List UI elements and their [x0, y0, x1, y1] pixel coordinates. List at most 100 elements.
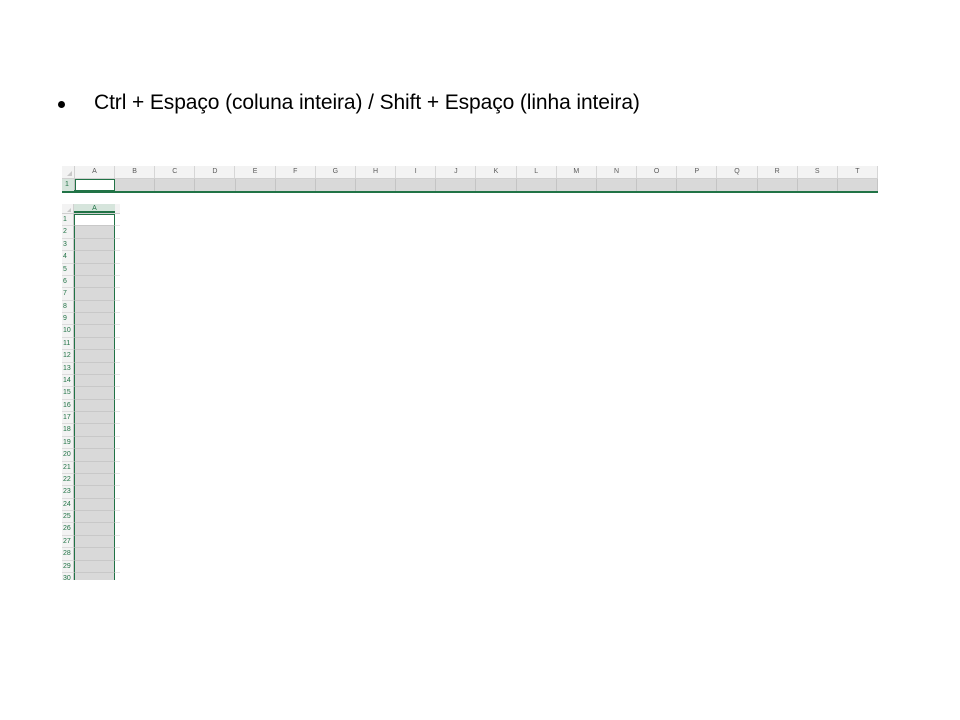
grid-cell-b[interactable] — [115, 548, 120, 561]
grid-cell[interactable] — [74, 387, 115, 400]
grid-cell[interactable] — [74, 560, 115, 573]
grid-cell[interactable] — [74, 350, 115, 363]
grid-cell-b[interactable] — [115, 449, 120, 462]
grid-cell[interactable] — [195, 179, 236, 191]
grid-cell-b[interactable] — [115, 511, 120, 524]
grid-cell[interactable] — [74, 436, 115, 450]
grid-cell[interactable] — [74, 548, 115, 561]
grid-cell[interactable] — [74, 275, 115, 289]
grid-cell[interactable] — [717, 179, 758, 191]
row-header-2[interactable]: 2 — [62, 226, 74, 239]
active-cell[interactable] — [74, 214, 115, 227]
grid-cell-b[interactable] — [115, 473, 120, 487]
grid-cell-b[interactable] — [115, 560, 120, 573]
column-header-e[interactable]: E — [235, 166, 276, 178]
row-header-24[interactable]: 24 — [62, 498, 74, 511]
grid-cell-b[interactable] — [115, 350, 120, 363]
grid-cell[interactable] — [74, 473, 115, 487]
grid-cell[interactable] — [74, 300, 115, 313]
column-header-n[interactable]: N — [597, 166, 638, 178]
grid-cell[interactable] — [74, 362, 115, 375]
grid-cell[interactable] — [837, 179, 879, 191]
row-header-4[interactable]: 4 — [62, 251, 74, 264]
row-header-19[interactable]: 19 — [62, 436, 74, 450]
grid-cell[interactable] — [74, 251, 115, 264]
grid-cell[interactable] — [396, 179, 437, 191]
grid-cell[interactable] — [596, 179, 638, 191]
grid-cell-b[interactable] — [115, 214, 120, 227]
grid-cell[interactable] — [516, 179, 557, 191]
column-header-b-partial[interactable] — [115, 204, 120, 213]
row-header-14[interactable]: 14 — [62, 374, 74, 388]
row-header-26[interactable]: 26 — [62, 523, 74, 536]
grid-cell-b[interactable] — [115, 313, 120, 326]
grid-cell[interactable] — [74, 238, 115, 252]
grid-cell[interactable] — [74, 535, 115, 549]
grid-cell[interactable] — [275, 179, 316, 191]
row-header-10[interactable]: 10 — [62, 325, 74, 338]
column-header-f[interactable]: F — [276, 166, 316, 178]
active-cell[interactable] — [73, 179, 116, 193]
grid-cell-b[interactable] — [115, 399, 120, 412]
grid-cell[interactable] — [74, 325, 115, 338]
row-header-28[interactable]: 28 — [62, 548, 74, 561]
grid-cell-b[interactable] — [115, 337, 120, 351]
column-header-o[interactable]: O — [637, 166, 678, 178]
column-header-p[interactable]: P — [677, 166, 718, 178]
grid-cell[interactable] — [74, 498, 115, 511]
row-header-20[interactable]: 20 — [62, 449, 74, 462]
row-header-13[interactable]: 13 — [62, 362, 74, 375]
grid-cell[interactable] — [74, 523, 115, 536]
grid-cell[interactable] — [556, 179, 597, 191]
column-header-g[interactable]: G — [316, 166, 356, 178]
column-header-t[interactable]: T — [838, 166, 878, 178]
grid-cell-b[interactable] — [115, 486, 120, 499]
grid-cell-b[interactable] — [115, 498, 120, 511]
column-header-j[interactable]: J — [436, 166, 477, 178]
grid-cell[interactable] — [74, 424, 115, 437]
select-all-corner[interactable] — [62, 166, 75, 178]
row-header-1[interactable]: 1 — [62, 214, 74, 227]
grid-cell-b[interactable] — [115, 300, 120, 313]
column-header-a[interactable]: A — [75, 166, 116, 178]
column-header-b[interactable]: B — [115, 166, 156, 178]
grid-cell-b[interactable] — [115, 412, 120, 425]
row-header-22[interactable]: 22 — [62, 473, 74, 487]
row-header-15[interactable]: 15 — [62, 387, 74, 400]
grid-cell-b[interactable] — [115, 226, 120, 239]
grid-cell[interactable] — [74, 399, 115, 412]
grid-cell-b[interactable] — [115, 374, 120, 388]
row-header-8[interactable]: 8 — [62, 300, 74, 313]
grid-cell-b[interactable] — [115, 251, 120, 264]
select-all-corner[interactable] — [62, 204, 74, 213]
grid-cell-b[interactable] — [115, 535, 120, 549]
row-header-16[interactable]: 16 — [62, 399, 74, 412]
grid-cell[interactable] — [74, 572, 115, 580]
grid-cell-b[interactable] — [115, 572, 120, 580]
grid-cell[interactable] — [74, 486, 115, 499]
column-header-i[interactable]: I — [396, 166, 437, 178]
column-header-h[interactable]: H — [356, 166, 397, 178]
row-header-21[interactable]: 21 — [62, 461, 74, 474]
grid-cell-b[interactable] — [115, 362, 120, 375]
row-header-25[interactable]: 25 — [62, 511, 74, 524]
grid-cell-b[interactable] — [115, 263, 120, 276]
grid-cell[interactable] — [74, 313, 115, 326]
row-header-5[interactable]: 5 — [62, 263, 74, 276]
grid-cell-b[interactable] — [115, 275, 120, 289]
grid-cell-b[interactable] — [115, 523, 120, 536]
row-header-3[interactable]: 3 — [62, 238, 74, 252]
grid-cell[interactable] — [235, 179, 276, 191]
grid-cell[interactable] — [797, 179, 838, 191]
grid-cell[interactable] — [476, 179, 517, 191]
grid-cell[interactable] — [74, 412, 115, 425]
row-header-29[interactable]: 29 — [62, 560, 74, 573]
column-header-d[interactable]: D — [195, 166, 236, 178]
row-header-7[interactable]: 7 — [62, 288, 74, 301]
grid-cell-b[interactable] — [115, 238, 120, 252]
grid-cell[interactable] — [757, 179, 798, 191]
grid-cell-b[interactable] — [115, 387, 120, 400]
grid-cell-b[interactable] — [115, 288, 120, 301]
grid-cell[interactable] — [74, 511, 115, 524]
row-header-30[interactable]: 30 — [62, 572, 74, 580]
